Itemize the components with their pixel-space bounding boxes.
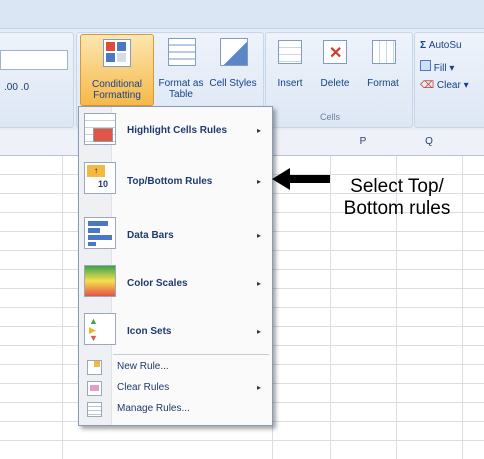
submenu-arrow-icon: ▸ bbox=[257, 327, 262, 336]
menu-item-label: Clear Rules bbox=[117, 382, 170, 393]
menu-item-label: Top/Bottom Rules bbox=[127, 176, 213, 187]
submenu-arrow-icon: ▸ bbox=[257, 279, 262, 288]
fill-label: Fill bbox=[433, 63, 447, 74]
color-scales-icon bbox=[84, 265, 116, 297]
clear-rules-icon bbox=[87, 381, 102, 396]
cell-styles-label: Cell Styles bbox=[209, 78, 257, 89]
menu-item-color-scales[interactable]: Color Scales ▸ bbox=[81, 259, 269, 301]
format-as-table-label: Format as Table bbox=[158, 78, 204, 100]
icon-sets-icon: ▲ ▶ ▼ bbox=[84, 313, 116, 345]
menu-item-top-bottom-rules[interactable]: ↑ 10 Top/Bottom Rules ▸ bbox=[81, 157, 269, 199]
cell-styles-icon bbox=[220, 38, 248, 66]
menu-item-label: Icon Sets bbox=[127, 326, 172, 337]
cells-group-label: Cells bbox=[320, 112, 341, 122]
number-group bbox=[0, 32, 74, 128]
insert-icon bbox=[278, 40, 302, 64]
menu-item-data-bars[interactable]: Data Bars ▸ bbox=[81, 211, 269, 253]
ribbon-tab-strip bbox=[0, 0, 484, 29]
manage-rules-icon bbox=[87, 402, 102, 417]
annotation-text: Select Top/ Bottom rules bbox=[322, 176, 472, 220]
table-icon bbox=[168, 38, 196, 66]
submenu-arrow-icon: ▸ bbox=[257, 383, 262, 392]
clear-button[interactable]: ⌫ Clear ▾ bbox=[420, 80, 469, 91]
delete-button[interactable]: ✕ Delete bbox=[313, 34, 357, 104]
column-header-p[interactable]: P bbox=[330, 136, 396, 147]
insert-button[interactable]: Insert bbox=[268, 34, 312, 104]
format-button[interactable]: Format bbox=[360, 34, 406, 104]
clear-label: Clear bbox=[436, 80, 461, 91]
format-as-table-button[interactable]: Format as Table bbox=[156, 34, 206, 104]
annotation-line-2: Bottom rules bbox=[343, 198, 451, 219]
cell-styles-button[interactable]: Cell Styles bbox=[208, 34, 258, 104]
annotation-line-1: Select Top/ bbox=[350, 176, 444, 197]
fill-icon bbox=[420, 60, 431, 71]
autosum-button[interactable]: Σ AutoSu bbox=[420, 40, 462, 51]
sigma-icon: Σ bbox=[420, 40, 429, 51]
format-label: Format bbox=[367, 78, 399, 89]
menu-item-icon-sets[interactable]: ▲ ▶ ▼ Icon Sets ▸ bbox=[81, 307, 269, 349]
submenu-arrow-icon: ▸ bbox=[257, 126, 262, 135]
menu-item-label: Color Scales bbox=[127, 278, 188, 289]
conditional-formatting-menu: Highlight Cells Rules ▸ ↑ 10 Top/Bottom … bbox=[78, 106, 273, 426]
conditional-formatting-label: Conditional Formatting bbox=[91, 79, 143, 101]
decimal-buttons[interactable]: .00 .0 bbox=[4, 82, 64, 96]
highlight-cells-icon bbox=[84, 113, 116, 145]
column-header-q[interactable]: Q bbox=[396, 136, 462, 147]
conditional-formatting-icon bbox=[103, 39, 131, 67]
menu-item-label: Highlight Cells Rules bbox=[127, 125, 228, 136]
autosum-label: AutoSu bbox=[428, 40, 462, 51]
menu-separator bbox=[113, 354, 269, 355]
submenu-arrow-icon: ▸ bbox=[257, 231, 262, 240]
menu-item-highlight-cells-rules[interactable]: Highlight Cells Rules ▸ bbox=[81, 109, 269, 147]
fill-button[interactable]: Fill ▾ bbox=[420, 60, 454, 74]
conditional-formatting-button[interactable]: Conditional Formatting bbox=[80, 34, 154, 106]
submenu-arrow-icon: ▸ bbox=[257, 177, 262, 186]
menu-item-clear-rules[interactable]: Clear Rules ▸ bbox=[81, 378, 269, 398]
new-rule-icon bbox=[87, 360, 102, 375]
top-bottom-icon: ↑ 10 bbox=[84, 162, 116, 194]
format-icon bbox=[372, 40, 396, 64]
menu-item-new-rule[interactable]: New Rule... bbox=[81, 357, 269, 377]
eraser-icon: ⌫ bbox=[420, 80, 435, 91]
menu-item-label: Data Bars bbox=[127, 230, 174, 241]
delete-label: Delete bbox=[320, 78, 350, 89]
insert-label: Insert bbox=[277, 78, 303, 89]
menu-item-label: Manage Rules... bbox=[117, 403, 190, 414]
number-format-dropdown[interactable] bbox=[0, 50, 68, 70]
data-bars-icon bbox=[84, 217, 116, 249]
menu-item-manage-rules[interactable]: Manage Rules... bbox=[81, 399, 269, 419]
delete-icon: ✕ bbox=[323, 40, 347, 64]
menu-item-label: New Rule... bbox=[117, 361, 169, 372]
